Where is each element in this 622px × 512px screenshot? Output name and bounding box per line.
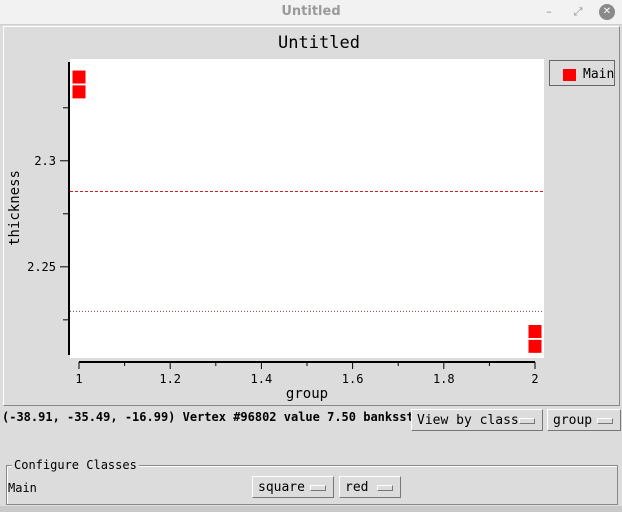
- data-point: [72, 70, 86, 84]
- y-tick-label: 2.3: [34, 154, 56, 168]
- menu-indicator-icon: [310, 485, 326, 491]
- status-readout: (-38.91, -35.49, -16.99) Vertex #96802 v…: [2, 410, 422, 424]
- x-tick-label: 1.8: [433, 372, 455, 386]
- plot-area: [70, 59, 544, 358]
- data-point: [528, 324, 542, 338]
- data-point: [528, 339, 542, 353]
- y-axis-label: thickness: [7, 170, 23, 246]
- view-by-menu[interactable]: View by class: [411, 409, 543, 431]
- menu-indicator-icon: [597, 418, 613, 424]
- configure-classes-title: Configure Classes: [12, 458, 139, 472]
- class-name-label: Main: [8, 481, 37, 495]
- group-by-menu[interactable]: group: [547, 409, 621, 431]
- group-by-label: group: [553, 413, 593, 428]
- shape-menu[interactable]: square: [252, 476, 334, 498]
- plot-title: Untitled: [278, 33, 360, 53]
- scatter-plot[interactable]: Untitled 1 1.2 1.4 1.6 1.8 2 2.25 2.3 group th…: [0, 0, 622, 408]
- color-menu-label: red: [345, 480, 369, 495]
- x-axis-label: group: [286, 386, 328, 402]
- view-by-label: View by class: [417, 413, 519, 428]
- legend: Main: [549, 60, 615, 86]
- menu-indicator-icon: [377, 485, 393, 491]
- x-tick-label: 1.4: [251, 372, 273, 386]
- x-tick-label: 1.6: [342, 372, 364, 386]
- x-tick-label: 2: [531, 372, 538, 386]
- color-menu[interactable]: red: [339, 476, 401, 498]
- x-tick-label: 1.2: [159, 372, 181, 386]
- x-tick-label: 1: [75, 372, 82, 386]
- legend-label: Main: [583, 67, 615, 82]
- shape-menu-label: square: [258, 480, 305, 495]
- data-point: [72, 85, 86, 99]
- bottom-strip: [0, 506, 622, 512]
- legend-swatch: [563, 69, 576, 81]
- menu-indicator-icon: [519, 418, 535, 424]
- y-tick-label: 2.25: [27, 260, 56, 274]
